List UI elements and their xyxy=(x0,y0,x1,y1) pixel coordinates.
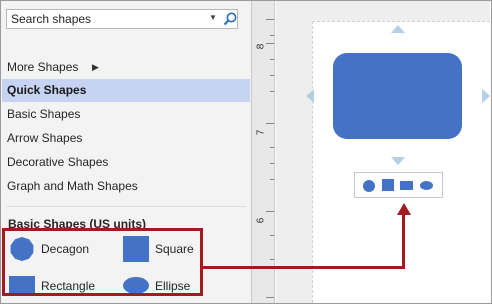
stencil-graph-math-shapes[interactable]: Graph and Math Shapes xyxy=(2,175,250,198)
autoconnect-left-arrow-icon[interactable] xyxy=(306,89,314,103)
search-input[interactable] xyxy=(7,10,206,28)
ruler-tick xyxy=(266,297,274,298)
ruler-tick xyxy=(266,211,274,212)
ruler-tick xyxy=(270,147,274,148)
chevron-down-icon[interactable]: ▼ xyxy=(209,13,217,22)
ruler-tick xyxy=(270,259,274,260)
square-icon[interactable] xyxy=(382,179,394,191)
callout-connector xyxy=(203,266,405,269)
ruler-label: 8 xyxy=(255,43,267,50)
ruler-tick xyxy=(270,75,274,76)
vertical-ruler: 8 7 6 xyxy=(251,1,275,303)
ruler-tick xyxy=(270,179,274,180)
stencil-label: Decorative Shapes xyxy=(7,155,109,169)
quick-shapes-toolbar xyxy=(354,172,443,198)
stencil-basic-shapes[interactable]: Basic Shapes xyxy=(2,103,250,126)
ruler-label: 6 xyxy=(255,217,267,224)
ellipse-icon[interactable] xyxy=(420,181,433,190)
ruler-label: 7 xyxy=(255,129,267,136)
autoconnect-down-arrow-icon[interactable] xyxy=(391,157,405,165)
more-shapes-menu[interactable]: More Shapes ▶ xyxy=(2,56,250,79)
stencil-label: Graph and Math Shapes xyxy=(7,179,138,193)
rectangle-icon[interactable] xyxy=(400,181,413,190)
stencil-decorative-shapes[interactable]: Decorative Shapes xyxy=(2,151,250,174)
callout-arrow-icon xyxy=(397,203,411,215)
callout-connector xyxy=(402,214,405,269)
drawing-canvas[interactable] xyxy=(276,1,490,303)
ruler-tick xyxy=(266,123,274,124)
stencil-arrow-shapes[interactable]: Arrow Shapes xyxy=(2,127,250,150)
ruler-tick xyxy=(270,163,274,164)
autoconnect-right-arrow-icon[interactable] xyxy=(482,89,490,103)
search-box[interactable]: ▼ xyxy=(6,9,238,29)
more-shapes-label: More Shapes xyxy=(7,60,79,74)
decagon-icon[interactable] xyxy=(363,180,375,192)
ruler-tick xyxy=(270,235,274,236)
ruler-tick xyxy=(270,59,274,60)
ruler-tick xyxy=(270,91,274,92)
callout-highlight-box xyxy=(2,228,203,296)
stencil-label: Arrow Shapes xyxy=(7,131,83,145)
stencil-label: Basic Shapes xyxy=(7,107,81,121)
autoconnect-up-arrow-icon[interactable] xyxy=(391,25,405,33)
divider xyxy=(6,206,246,207)
chevron-right-icon: ▶ xyxy=(92,62,99,72)
ruler-tick xyxy=(266,19,274,20)
ruler-tick xyxy=(266,43,274,44)
search-icon[interactable] xyxy=(222,11,238,27)
rounded-rectangle-shape[interactable] xyxy=(333,53,462,139)
stencil-label: Quick Shapes xyxy=(7,83,87,97)
ruler-tick xyxy=(270,35,274,36)
stencil-quick-shapes[interactable]: Quick Shapes xyxy=(2,79,250,102)
